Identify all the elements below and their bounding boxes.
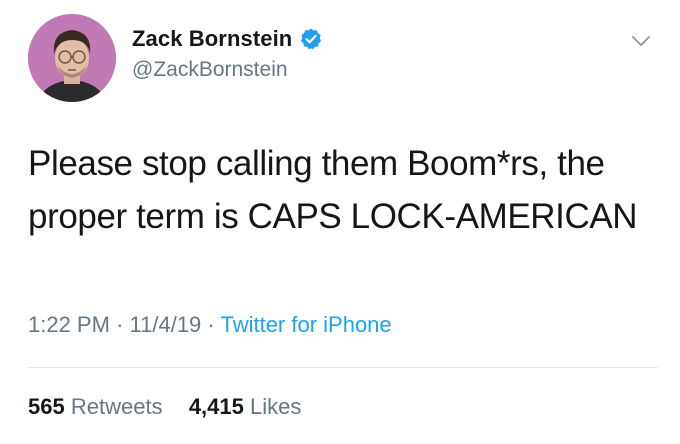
- display-name[interactable]: Zack Bornstein: [132, 26, 292, 52]
- tweet-date[interactable]: 11/4/19: [130, 312, 202, 337]
- divider: [28, 367, 658, 368]
- tweet-metadata: 1:22 PM · 11/4/19 · Twitter for iPhone: [28, 312, 392, 338]
- retweets-label: Retweets: [70, 394, 163, 419]
- likes-stat[interactable]: 4,415 Likes: [183, 394, 302, 419]
- tweet-stats: 565 Retweets 4,415 Likes: [28, 394, 301, 420]
- tweet-header: Zack Bornstein @ZackBornstein: [28, 14, 658, 104]
- tweet-source-link[interactable]: Twitter for iPhone: [220, 312, 391, 337]
- author-names: Zack Bornstein @ZackBornstein: [132, 24, 323, 82]
- tweet-card: Zack Bornstein @ZackBornstein Please sto…: [0, 0, 680, 444]
- likes-label: Likes: [250, 394, 302, 419]
- tweet-time[interactable]: 1:22 PM: [28, 312, 110, 337]
- tweet-text: Please stop calling them Boom*rs, the pr…: [28, 137, 658, 243]
- retweets-stat[interactable]: 565 Retweets: [28, 394, 169, 419]
- likes-count: 4,415: [188, 394, 244, 419]
- chevron-down-icon[interactable]: [630, 30, 652, 52]
- meta-separator: ·: [116, 312, 124, 337]
- display-name-row: Zack Bornstein: [132, 24, 323, 54]
- verified-badge-icon: [299, 27, 323, 51]
- retweets-count: 565: [28, 394, 65, 419]
- tweet-text-line: proper term is CAPS LOCK-AMERICAN: [28, 197, 638, 236]
- avatar-photo-icon: [28, 14, 116, 102]
- user-handle[interactable]: @ZackBornstein: [132, 58, 323, 82]
- avatar[interactable]: [28, 14, 116, 102]
- meta-separator: ·: [207, 312, 215, 337]
- tweet-text-line: Please stop calling them Boom*rs, the: [28, 144, 605, 183]
